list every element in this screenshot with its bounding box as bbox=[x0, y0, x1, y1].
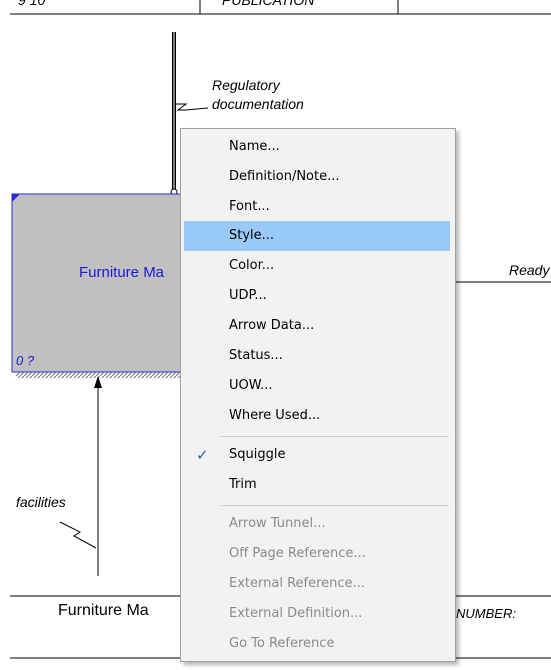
menu-item-label: Trim bbox=[229, 477, 257, 492]
menu-item-label: Style... bbox=[229, 228, 275, 243]
menu-item-label: Name... bbox=[229, 139, 280, 154]
menu-item-label: Squiggle bbox=[229, 447, 286, 462]
activity-box[interactable] bbox=[11, 193, 185, 373]
menu-item-trim[interactable]: Trim bbox=[184, 470, 450, 500]
footer-title: Furniture Ma bbox=[58, 602, 149, 619]
menu-item-label: External Reference... bbox=[229, 576, 365, 591]
top-publication-label: PUBLICATION bbox=[222, 0, 315, 8]
activity-box-name[interactable]: Furniture Ma bbox=[79, 264, 164, 281]
menu-item-arrow-tunnel: Arrow Tunnel... bbox=[184, 509, 450, 539]
menu-item-label: Status... bbox=[229, 348, 283, 363]
regulatory-documentation-label[interactable]: Regulatory documentation bbox=[212, 76, 304, 114]
menu-item-label: Color... bbox=[229, 258, 275, 273]
menu-item-label: Go To Reference bbox=[229, 636, 335, 651]
menu-item-label: Off Page Reference... bbox=[229, 546, 366, 561]
menu-item-label: UOW... bbox=[229, 378, 273, 393]
ready-arrow-label[interactable]: Ready bbox=[509, 262, 549, 278]
checkmark-icon: ✓ bbox=[196, 446, 209, 464]
menu-item-where-used[interactable]: Where Used... bbox=[184, 401, 450, 431]
menu-item-label: Arrow Data... bbox=[229, 318, 315, 333]
menu-item-external-definition: External Definition... bbox=[184, 599, 450, 629]
top-node-label: 9 10 bbox=[18, 0, 46, 8]
menu-separator bbox=[221, 505, 449, 506]
menu-item-go-to-reference: Go To Reference bbox=[184, 629, 450, 659]
activity-box-cost: 0 ? bbox=[16, 353, 35, 368]
menu-item-definition-note[interactable]: Definition/Note... bbox=[184, 162, 450, 192]
menu-item-label: Where Used... bbox=[229, 408, 321, 423]
menu-item-external-reference: External Reference... bbox=[184, 569, 450, 599]
menu-item-label: Definition/Note... bbox=[229, 169, 340, 184]
menu-item-udp[interactable]: UDP... bbox=[184, 281, 450, 311]
facilities-label[interactable]: facilities bbox=[16, 494, 66, 510]
facilities-squiggle[interactable] bbox=[59, 521, 97, 549]
menu-separator bbox=[221, 436, 449, 437]
box-shadow-hatch bbox=[16, 372, 182, 378]
menu-item-style[interactable]: Style... bbox=[184, 221, 450, 251]
menu-item-label: External Definition... bbox=[229, 606, 363, 621]
menu-item-label: UDP... bbox=[229, 288, 267, 303]
menu-item-color[interactable]: Color... bbox=[184, 251, 450, 281]
menu-item-label: Arrow Tunnel... bbox=[229, 516, 326, 531]
footer-number-label: NUMBER: bbox=[456, 606, 516, 621]
menu-item-label: Font... bbox=[229, 199, 270, 214]
regulatory-squiggle[interactable] bbox=[176, 103, 209, 111]
menu-item-font[interactable]: Font... bbox=[184, 192, 450, 222]
context-menu: Name... Definition/Note... Font... Style… bbox=[180, 128, 456, 662]
menu-item-name[interactable]: Name... bbox=[184, 132, 450, 162]
menu-item-squiggle[interactable]: ✓ Squiggle bbox=[184, 440, 450, 470]
menu-item-off-page-reference: Off Page Reference... bbox=[184, 539, 450, 569]
menu-item-status[interactable]: Status... bbox=[184, 341, 450, 371]
menu-item-uow[interactable]: UOW... bbox=[184, 371, 450, 401]
menu-item-arrow-data[interactable]: Arrow Data... bbox=[184, 311, 450, 341]
